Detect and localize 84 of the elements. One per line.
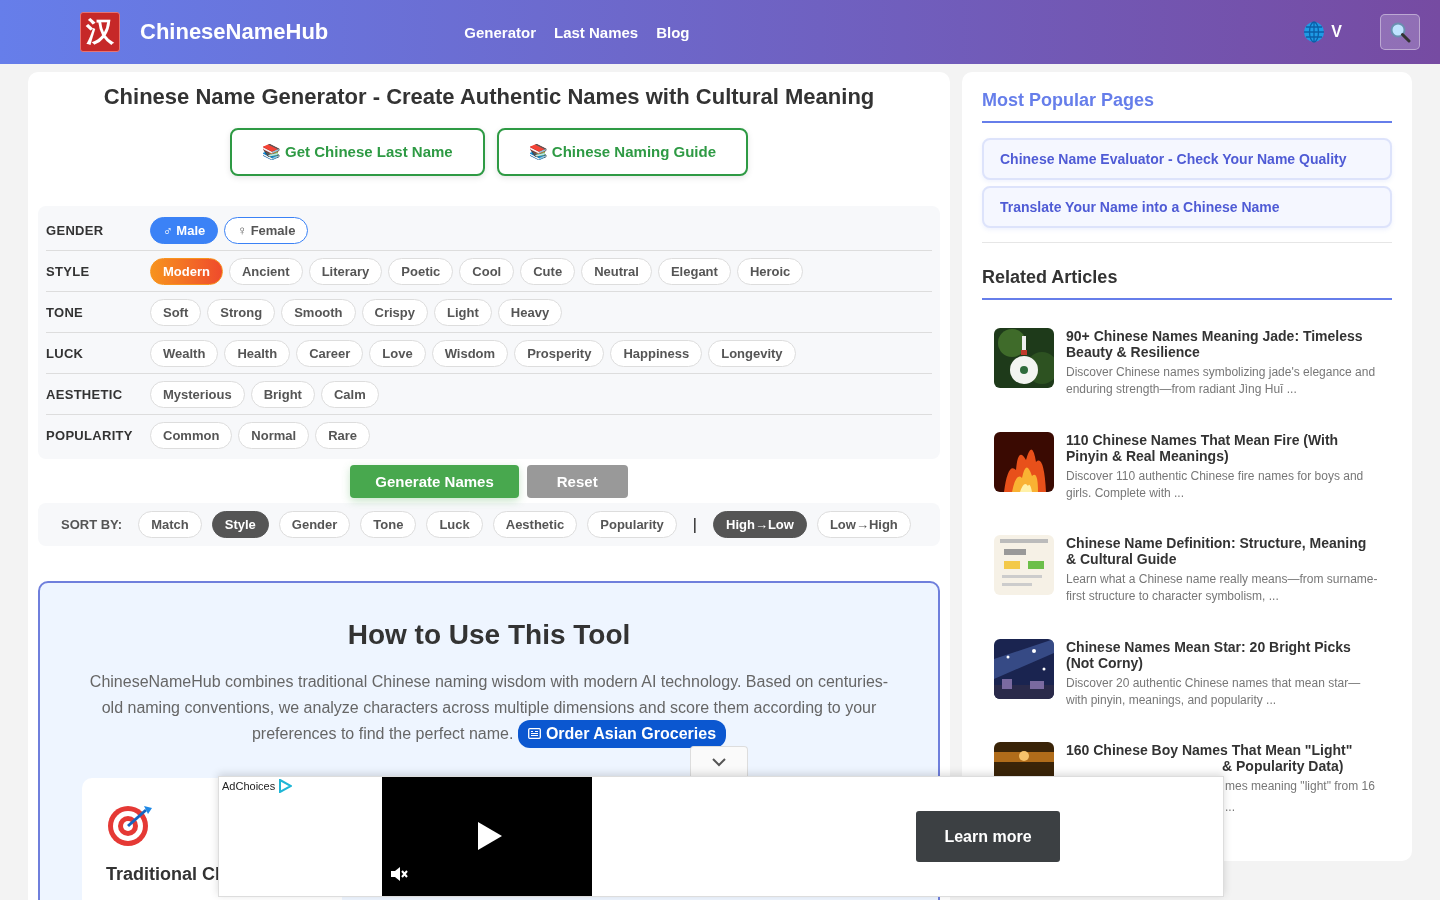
groceries-link[interactable]: Order Asian Groceries <box>517 720 727 748</box>
nav-link[interactable]: Last Names <box>554 23 639 41</box>
filter-label: STYLE <box>46 263 91 279</box>
article-description: Learn what a Chinese name really means—from surname-first structure to character symbolism, ... <box>1066 571 1379 605</box>
nav-link[interactable]: Blog <box>656 23 690 41</box>
search-button[interactable] <box>1380 14 1420 50</box>
filter-label: TONE <box>46 304 85 320</box>
filter-chip[interactable]: Wisdom <box>431 339 509 367</box>
filter-chip[interactable]: Cute <box>520 257 576 285</box>
filter-chip[interactable]: Longevity <box>708 339 796 367</box>
filter-label: GENDER <box>46 222 105 238</box>
article-description: Discover 20 authentic Chinese names that mean star—with pinyin, meanings, and popularity ... <box>1066 674 1362 709</box>
sort-label: SORT BY: <box>61 517 123 532</box>
sort-chip[interactable]: Gender <box>278 511 351 538</box>
play-icon[interactable] <box>478 822 502 850</box>
article-title[interactable]: 90+ Chinese Names Meaning Jade: Timeless Beauty & Resilience <box>1066 328 1380 360</box>
filter-chip[interactable]: Crispy <box>361 298 429 326</box>
article-title[interactable]: 160 Chinese Boy Names That Mean "Light" <box>1066 742 1375 758</box>
language-label[interactable]: V <box>1331 23 1342 41</box>
filter-chip[interactable]: Literary <box>308 257 383 285</box>
filter-chip[interactable]: Happiness <box>610 339 703 367</box>
filter-chip[interactable]: Poetic <box>388 257 454 285</box>
description-text: ChineseNameHub combines traditional Chinese naming wisdom with modern AI technology. Based on centuries-old naming conventions, we analyze characters across multiple dimensions and score them according to your preferences to find the perfect name. Order Asian Groceries <box>80 669 898 748</box>
article-title[interactable]: & Popularity Data) <box>1222 758 1375 774</box>
filter-label: AESTHETIC <box>46 386 124 402</box>
filter-label: LUCK <box>46 345 85 361</box>
separator: | <box>692 515 697 534</box>
filter-chip[interactable]: Common <box>150 421 233 449</box>
article-description: mes meaning "light" from 16 <box>1225 778 1375 795</box>
nav-link[interactable]: Generator <box>464 23 536 41</box>
filter-chip[interactable]: Soft <box>150 298 202 326</box>
filter-chip[interactable]: Mysterious <box>150 380 245 408</box>
filter-chip[interactable]: Smooth <box>281 298 356 326</box>
filter-chip[interactable]: Cool <box>459 257 515 285</box>
link-button[interactable]: 📚 Get Chinese Last Name <box>229 128 485 176</box>
filter-chip[interactable]: Wealth <box>150 339 219 367</box>
article-description: ... <box>1225 799 1236 816</box>
sort-chip[interactable]: Match <box>138 511 202 538</box>
sidebar-heading: Most Popular Pages <box>982 90 1392 123</box>
logo-icon[interactable]: 汉 <box>80 12 120 52</box>
filter-chip[interactable]: Health <box>224 339 291 367</box>
filter-chip[interactable]: Career <box>296 339 364 367</box>
filter-chip[interactable]: ♂ Male <box>150 216 219 244</box>
article-description: Discover 110 authentic Chinese fire names for boys and girls. Complete with ... <box>1066 467 1365 502</box>
filter-chip[interactable]: Neutral <box>581 257 652 285</box>
sort-chip[interactable]: High→Low <box>713 511 807 538</box>
newspaper-icon <box>527 728 541 740</box>
filter-chip[interactable]: Heavy <box>497 298 563 326</box>
sidebar-heading: Related Articles <box>982 267 1392 300</box>
chevron-down-icon <box>711 756 727 767</box>
filter-chip[interactable]: Ancient <box>228 257 303 285</box>
filter-chip[interactable]: Light <box>434 298 492 326</box>
learn-more-button[interactable]: Learn more <box>916 811 1060 862</box>
filter-chip[interactable]: Strong <box>207 298 276 326</box>
collapse-ad-button[interactable] <box>690 746 748 776</box>
section-title: How to Use This Tool <box>346 619 632 651</box>
popular-page-link[interactable]: Translate Your Name into a Chinese Name <box>982 186 1392 228</box>
article-title[interactable]: Chinese Name Definition: Structure, Meaning & Cultural Guide <box>1066 535 1380 567</box>
filter-chip[interactable]: Normal <box>238 421 310 449</box>
sort-chip[interactable]: Tone <box>360 511 417 538</box>
filter-chip[interactable]: Prosperity <box>514 339 605 367</box>
sort-chip[interactable]: Luck <box>426 511 483 538</box>
filter-chip[interactable]: Bright <box>250 380 315 408</box>
sort-chip[interactable]: Style <box>211 511 269 538</box>
filter-chip[interactable]: Elegant <box>657 257 731 285</box>
filter-label: POPULARITY <box>46 427 134 443</box>
adchoices-label[interactable]: AdChoices <box>222 780 276 792</box>
mute-icon[interactable] <box>390 866 408 882</box>
brand-name[interactable]: ChineseNameHub <box>140 19 329 45</box>
filter-chip[interactable]: Rare <box>315 421 371 449</box>
sort-chip[interactable]: Low→High <box>816 511 911 538</box>
filter-chip[interactable]: Love <box>369 339 426 367</box>
filter-chip[interactable]: Calm <box>320 380 379 408</box>
page-title: Chinese Name Generator - Create Authentic Names with Cultural Meaning <box>102 84 876 110</box>
article-title[interactable]: 110 Chinese Names That Mean Fire (With Pinyin & Real Meanings) <box>1066 431 1380 464</box>
popular-page-link[interactable]: Chinese Name Evaluator - Check Your Name Quality <box>982 138 1392 180</box>
sort-chip[interactable]: Aesthetic <box>492 511 578 538</box>
filter-chip[interactable]: ♀ Female <box>224 216 309 244</box>
article-title[interactable]: Chinese Names Mean Star: 20 Bright Picks (Not Corny) <box>1066 638 1380 671</box>
article-description: Discover Chinese names symbolizing jade's elegance and enduring strength—from radiant Jìng Huī ... <box>1066 364 1377 398</box>
filter-chip[interactable]: Heroic <box>736 257 804 285</box>
search-icon <box>1389 21 1411 43</box>
link-button[interactable]: 📚 Chinese Naming Guide <box>496 128 749 176</box>
sort-chip[interactable]: Popularity <box>587 511 677 538</box>
